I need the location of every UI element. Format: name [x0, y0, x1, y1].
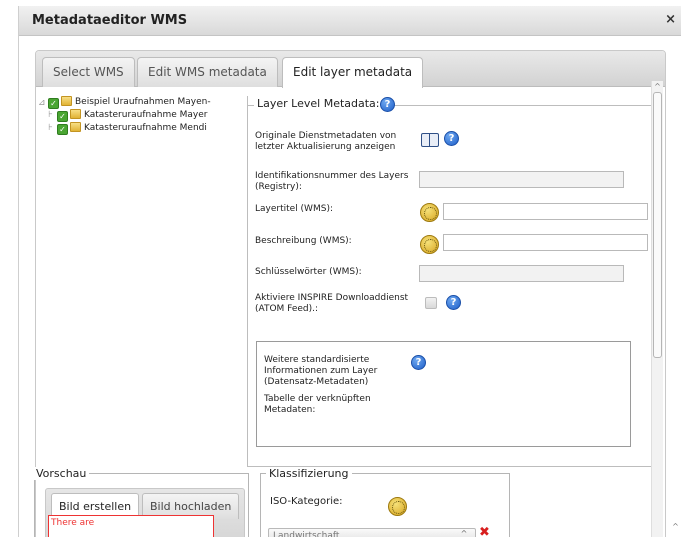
- layer-title-input[interactable]: [443, 203, 648, 220]
- folder-icon: [70, 109, 81, 119]
- iso-category-select[interactable]: Landwirtschaft: [268, 528, 476, 537]
- layer-title-label: Layertitel (WMS):: [255, 204, 333, 214]
- iso-category-label: ISO-Kategorie:: [270, 496, 343, 507]
- scroll-thumb[interactable]: [653, 92, 662, 358]
- chevron-up-icon[interactable]: ^: [458, 528, 470, 537]
- dialog-title: Metadataeditor WMS: [32, 13, 188, 28]
- tree-connector: ⊦: [48, 110, 53, 120]
- tab-select-wms[interactable]: Select WMS: [42, 57, 135, 87]
- tree-item-child[interactable]: ✓ Katasteruraufnahme Mayer: [57, 109, 207, 122]
- scroll-up-icon[interactable]: ^: [670, 522, 681, 533]
- tree-item-label: Katasteruraufnahme Mayer: [84, 110, 208, 120]
- original-metadata-label: Originale Dienstmetadaten von letzter Ak…: [255, 131, 397, 152]
- tree-expander[interactable]: ⊿: [38, 97, 46, 109]
- description-label: Beschreibung (WMS):: [255, 236, 352, 246]
- tab-edit-layer-metadata[interactable]: Edit layer metadata: [282, 57, 424, 88]
- layer-id-label: Identifikationsnummer des Layers (Regist…: [255, 171, 409, 192]
- metadata-editor-dialog: Metadataeditor WMS × Select WMS Edit WMS…: [18, 6, 681, 537]
- description-input[interactable]: [443, 234, 648, 251]
- keywords-input[interactable]: [419, 265, 624, 282]
- checkbox-checked-icon[interactable]: ✓: [57, 111, 68, 122]
- classification-legend: Klassifizierung: [266, 467, 352, 480]
- layer-id-input[interactable]: [419, 171, 624, 188]
- tree-item-label: Beispiel Uraufnahmen Mayen-: [75, 97, 211, 107]
- folder-icon: [70, 122, 81, 132]
- language-icon[interactable]: [420, 235, 439, 254]
- tree-item-child[interactable]: ✓ Katasteruraufnahme Mendi: [57, 122, 207, 135]
- dataset-metadata-box: Weitere standardisierte Informationen zu…: [256, 341, 631, 447]
- tree-item-label: Katasteruraufnahme Mendi: [84, 123, 207, 133]
- tree-item-root[interactable]: ✓ Beispiel Uraufnahmen Mayen-: [48, 96, 211, 109]
- layer-metadata-area: Layer Level Metadata: ? Originale Dienst…: [247, 96, 656, 467]
- scroll-up-icon[interactable]: ^: [652, 81, 663, 92]
- tabs-bar: Select WMS Edit WMS metadata Edit layer …: [36, 51, 665, 88]
- tabs-panel: Select WMS Edit WMS metadata Edit layer …: [35, 50, 666, 537]
- close-icon[interactable]: ×: [665, 13, 676, 27]
- preview-legend: Vorschau: [33, 467, 90, 480]
- main-scrollbar[interactable]: ^: [651, 81, 663, 537]
- language-icon[interactable]: [388, 497, 407, 516]
- dialog-titlebar[interactable]: Metadataeditor WMS ×: [19, 6, 681, 36]
- keywords-label: Schlüsselwörter (WMS):: [255, 267, 362, 277]
- checkbox-checked-icon[interactable]: ✓: [57, 124, 68, 135]
- inspire-checkbox[interactable]: [425, 297, 437, 309]
- linked-table-label: Tabelle der verknüpften Metadaten:: [264, 394, 371, 415]
- inspire-label: Aktiviere INSPIRE Downloaddienst (ATOM F…: [255, 293, 409, 314]
- checkbox-checked-icon[interactable]: ✓: [48, 98, 59, 109]
- further-info-label: Weitere standardisierte Informationen zu…: [264, 355, 378, 387]
- layer-level-legend: Layer Level Metadata:: [254, 97, 383, 110]
- help-icon[interactable]: ?: [446, 295, 461, 310]
- folder-icon: [61, 96, 72, 106]
- language-icon[interactable]: [420, 203, 439, 222]
- book-icon[interactable]: [421, 133, 439, 147]
- tree-connector: ⊦: [48, 123, 53, 133]
- preview-error-message: There are: [48, 515, 214, 537]
- remove-icon[interactable]: ✖: [479, 526, 490, 537]
- tab-edit-wms-metadata[interactable]: Edit WMS metadata: [137, 57, 278, 87]
- help-icon[interactable]: ?: [444, 131, 459, 146]
- help-icon[interactable]: ?: [380, 97, 395, 112]
- help-icon[interactable]: ?: [411, 355, 426, 370]
